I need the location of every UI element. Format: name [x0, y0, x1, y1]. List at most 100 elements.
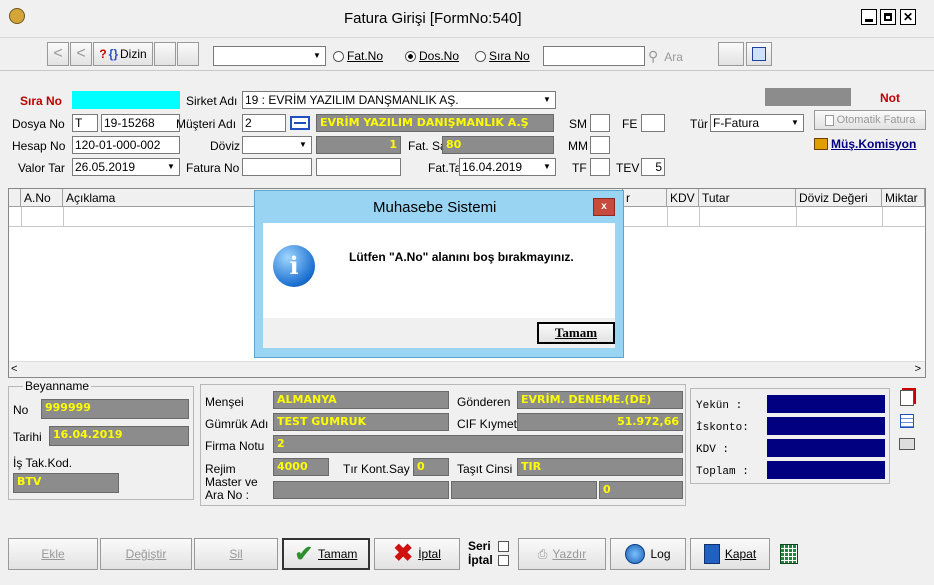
- tev-input[interactable]: 5: [641, 158, 665, 176]
- next-record-button[interactable]: [154, 42, 176, 66]
- last-record-button[interactable]: [177, 42, 199, 66]
- firma-notu-field: 2: [273, 435, 683, 453]
- door-icon: [703, 544, 720, 564]
- col-ano[interactable]: A.No: [21, 189, 63, 207]
- not-label: Not: [880, 91, 900, 105]
- search-input[interactable]: [543, 46, 645, 66]
- scroll-right-icon[interactable]: >: [915, 363, 921, 375]
- kapat-button[interactable]: Kapat: [690, 538, 770, 570]
- chevron-down-icon: ▼: [791, 118, 799, 127]
- yekun-label: Yekün :: [696, 400, 743, 412]
- sm-input[interactable]: [590, 114, 610, 132]
- doviz-select[interactable]: ▼: [242, 136, 312, 154]
- sirket-adi-select[interactable]: 19 : EVRİM YAZILIM DANŞMANLIK AŞ. ▼: [242, 91, 556, 109]
- seri-checkbox[interactable]: [498, 541, 509, 552]
- fatura-no-ext-input[interactable]: [316, 158, 401, 176]
- dizin-button[interactable]: ?{} Dizin: [93, 42, 153, 66]
- sm-label: SM: [569, 117, 587, 131]
- master-field: [273, 481, 449, 499]
- ara-button[interactable]: ⚲ Ara: [648, 48, 683, 65]
- log-icon: [625, 544, 646, 564]
- beyanname-legend: Beyanname: [23, 378, 92, 394]
- iptal-label: İptal: [468, 553, 493, 567]
- sira-no-label: Sıra No: [20, 94, 63, 108]
- maximize-button[interactable]: [880, 9, 896, 25]
- valor-tar-label: Valor Tar: [18, 161, 65, 175]
- minimize-button[interactable]: [861, 9, 877, 25]
- tur-select[interactable]: F-Fatura ▼: [710, 114, 804, 132]
- scroll-left-icon[interactable]: <: [11, 363, 17, 375]
- grid-settings-icon[interactable]: [900, 414, 914, 428]
- toolbar: < < ?{} Dizin ▼ Fat.No Dos.No Sıra No ⚲ Ar…: [0, 39, 934, 71]
- tamam-button[interactable]: ✔ Tamam: [282, 538, 370, 570]
- col-r[interactable]: r: [623, 189, 667, 207]
- tev-label: TEV: [616, 161, 640, 175]
- valor-tar-input[interactable]: 26.05.2019 ▼: [72, 158, 180, 176]
- search-type-select[interactable]: ▼: [213, 46, 326, 66]
- iptal-button[interactable]: ✖ İptal: [374, 538, 460, 570]
- dosya-no-label: Dosya No: [12, 117, 65, 131]
- radio-fatno[interactable]: Fat.No: [333, 49, 383, 63]
- header-form: Sıra No Dosya No T 19-15268 Hesap No 120…: [8, 78, 926, 184]
- musteri-adi-field: EVRİM YAZILIM DANIŞMANLIK A.Ş: [316, 114, 554, 132]
- chevron-down-icon: ▼: [543, 95, 551, 104]
- kdv-total-label: KDV :: [696, 444, 730, 456]
- dosya-no-input[interactable]: 19-15268: [101, 114, 180, 132]
- gonderen-field: EVRİM. DENEME.(DE): [517, 391, 683, 409]
- new-document-icon[interactable]: [900, 390, 914, 406]
- col-miktar[interactable]: Miktar: [882, 189, 925, 207]
- seri-iptal-group: Seri İptal: [466, 538, 514, 570]
- log-button[interactable]: Log: [610, 538, 686, 570]
- toplam-label: Toplam :: [696, 466, 749, 478]
- otomatik-fatura-button[interactable]: Otomatik Fatura: [814, 110, 926, 130]
- tf-input[interactable]: [590, 158, 610, 176]
- blank-toolbar-button[interactable]: [718, 42, 744, 66]
- master-no-field: 0: [599, 481, 683, 499]
- ekle-button[interactable]: Ekle: [8, 538, 98, 570]
- mus-komisyon-button[interactable]: Müş.Komisyon: [814, 134, 926, 154]
- iptal-checkbox[interactable]: [498, 555, 509, 566]
- hesap-no-input[interactable]: 120-01-000-002: [72, 136, 180, 154]
- preview-icon: [752, 47, 766, 61]
- yazdir-button[interactable]: ⎙ Yazdır: [518, 538, 606, 570]
- radio-sirano[interactable]: Sıra No: [475, 49, 530, 63]
- fat-tar-input[interactable]: 16.04.2019 ▼: [459, 158, 556, 176]
- sirket-adi-label: Sirket Adı: [186, 94, 238, 108]
- prev-record-button[interactable]: <: [70, 42, 92, 66]
- radio-icon: [333, 50, 344, 62]
- beyanname-group: Beyanname No 999999 Tarihi 16.04.2019 İş…: [8, 378, 194, 500]
- fe-input[interactable]: [641, 114, 665, 132]
- doviz-label: Döviz: [210, 139, 241, 153]
- dosya-no-prefix-input[interactable]: T: [72, 114, 98, 132]
- musteri-no-input[interactable]: 2: [242, 114, 286, 132]
- sil-button[interactable]: Sil: [194, 538, 278, 570]
- col-doviz-degeri[interactable]: Döviz Değeri: [796, 189, 882, 207]
- mm-input[interactable]: [590, 136, 610, 154]
- close-button[interactable]: ✕: [900, 9, 916, 25]
- x-icon: ✖: [393, 540, 414, 567]
- gumruk-label: Gümrük Adı: [205, 417, 269, 431]
- iskonto-field: [767, 417, 885, 435]
- col-tutar[interactable]: Tutar: [699, 189, 796, 207]
- tir-kont-field: 0: [413, 458, 449, 476]
- printer-icon: ⎙: [537, 546, 548, 561]
- horizontal-scrollbar[interactable]: < >: [9, 361, 925, 377]
- not-field: [765, 88, 851, 106]
- calculator-icon[interactable]: [780, 544, 798, 564]
- gonderen-label: Gönderen: [457, 395, 511, 409]
- checkmark-icon: ✔: [294, 541, 314, 566]
- degistir-button[interactable]: Değiştir: [100, 538, 192, 570]
- radio-dosno[interactable]: Dos.No: [405, 49, 459, 63]
- preview-button[interactable]: [746, 42, 772, 66]
- komisyon-icon: [814, 138, 828, 150]
- fatura-no-input[interactable]: [242, 158, 312, 176]
- sira-no-input[interactable]: [72, 91, 180, 109]
- musteri-lookup-icon[interactable]: [290, 116, 310, 130]
- dialog-message: Lütfen "A.No" alanını boş bırakmayınız.: [349, 250, 574, 264]
- dialog-close-button[interactable]: x: [593, 198, 615, 216]
- dialog-ok-button[interactable]: Tamam: [537, 322, 615, 344]
- musteri-adi-label: Müşteri Adı: [176, 117, 237, 131]
- print-icon[interactable]: [899, 438, 915, 450]
- first-record-button[interactable]: <: [47, 42, 69, 66]
- col-kdv[interactable]: KDV: [667, 189, 699, 207]
